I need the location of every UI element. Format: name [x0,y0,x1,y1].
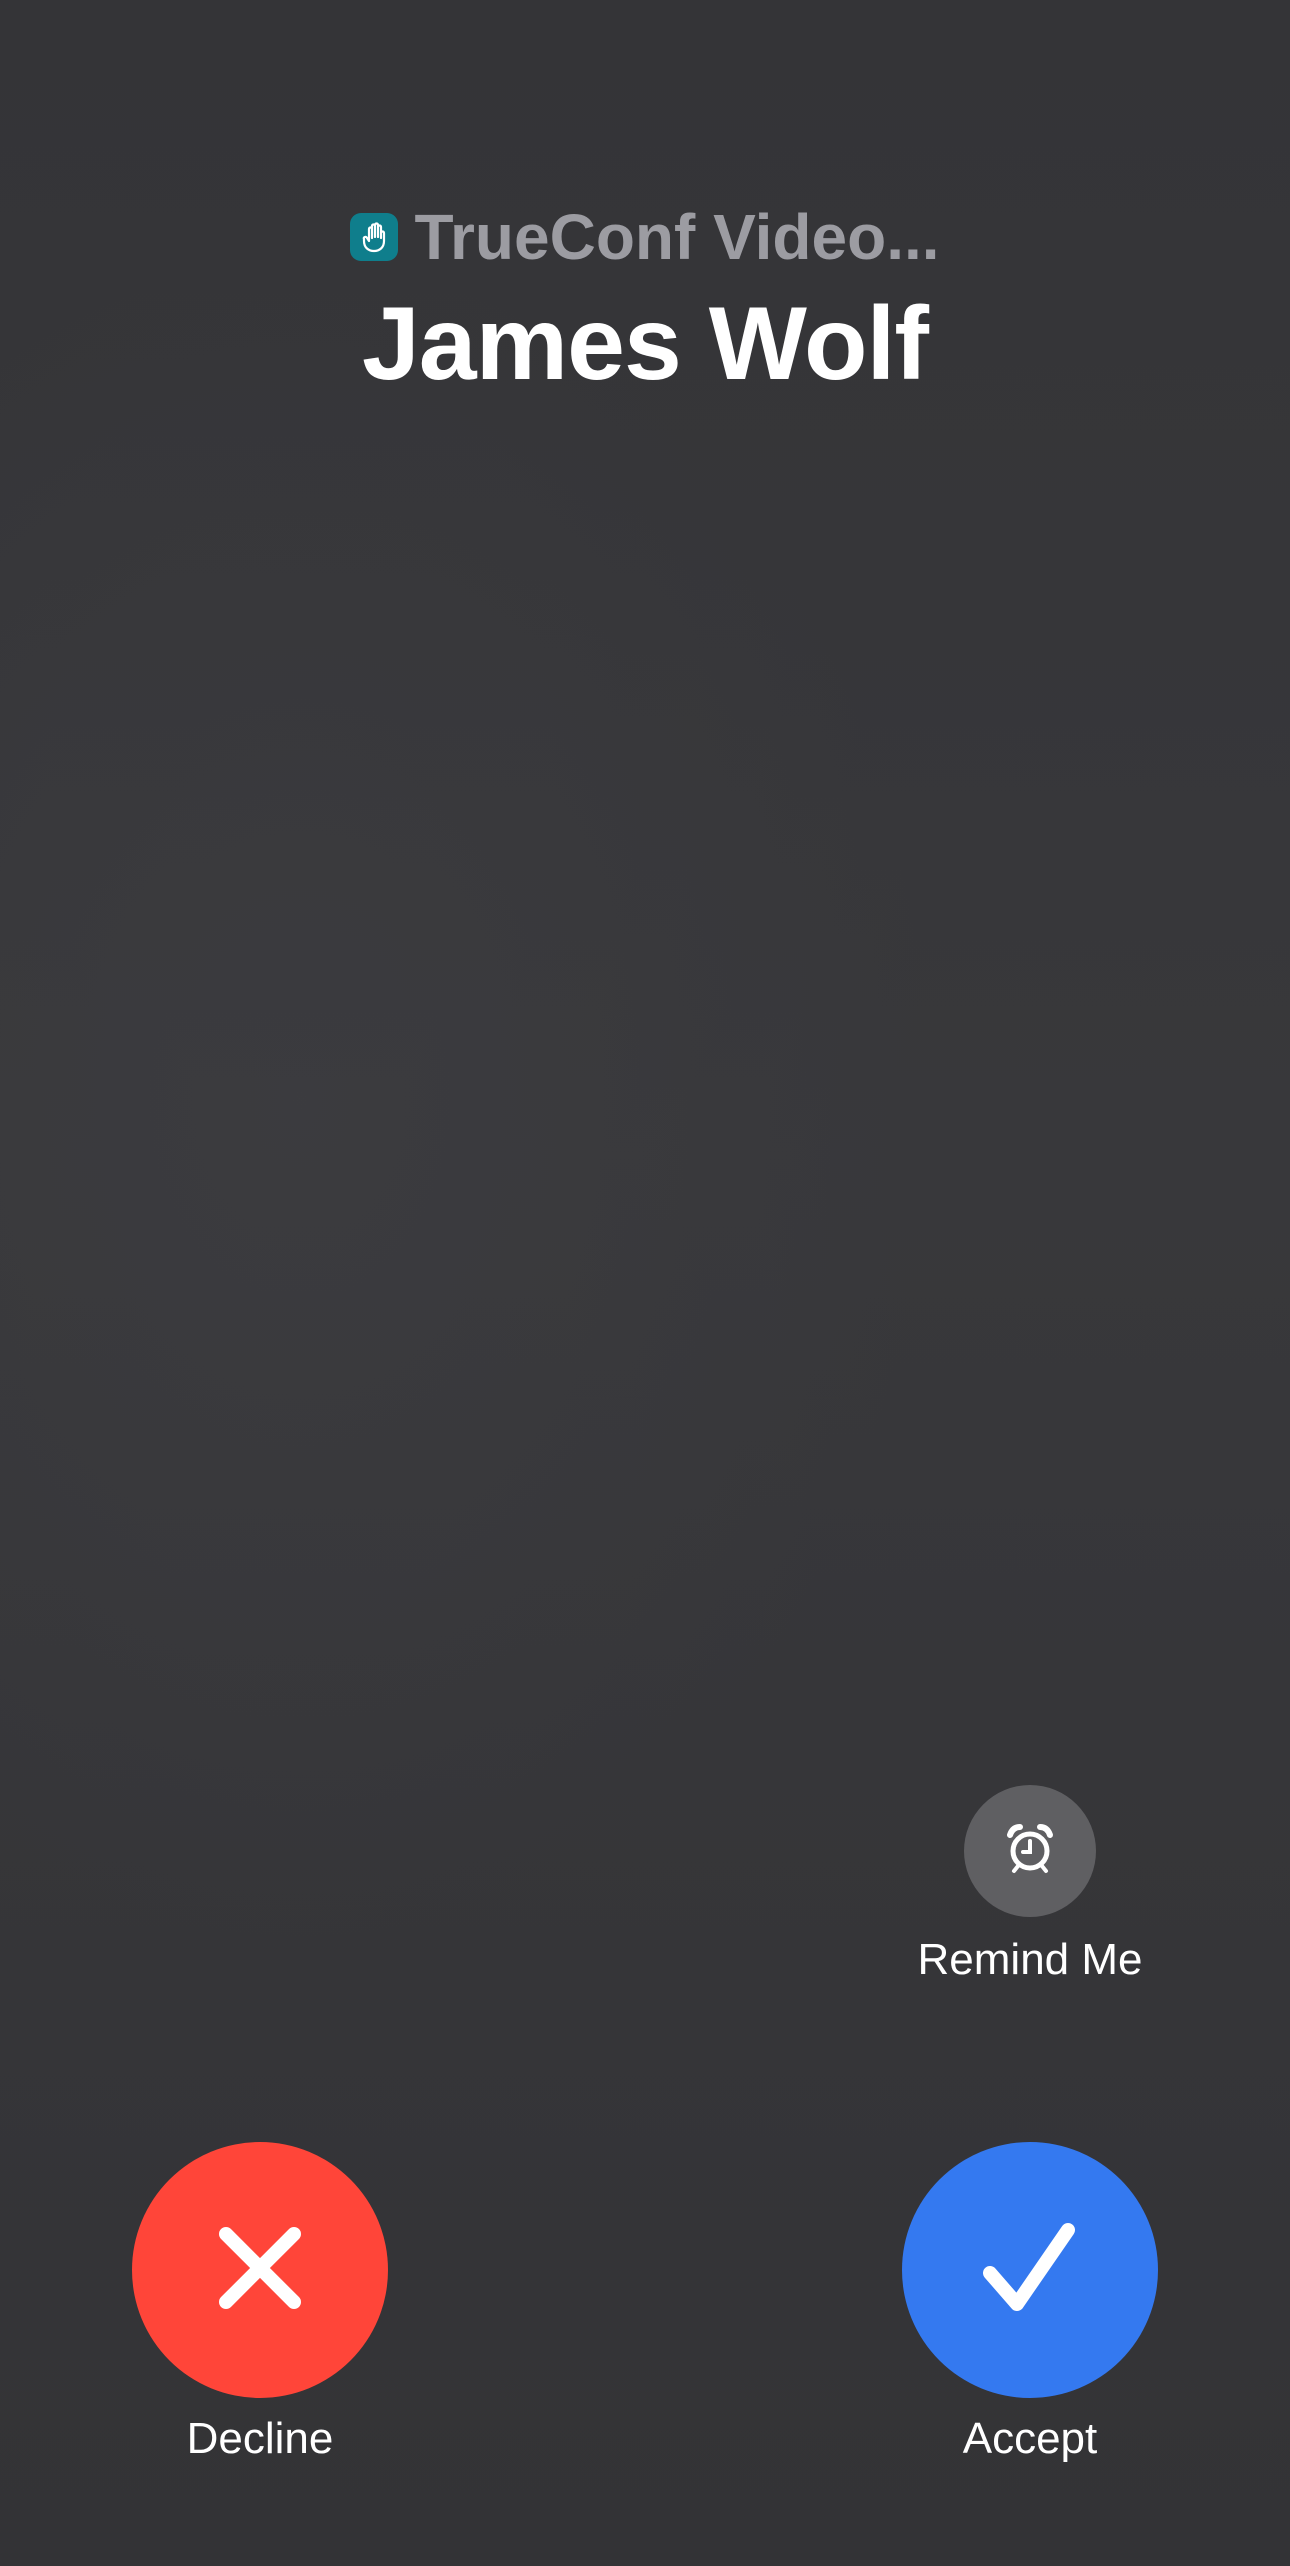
trueconf-app-icon [350,213,399,261]
caller-name: James Wolf [361,286,929,402]
checkmark-icon [980,2218,1080,2323]
alarm-clock-icon [1002,1821,1058,1882]
accept-control[interactable]: Accept [880,2142,1180,2464]
accept-label: Accept [962,2414,1098,2463]
decline-button[interactable] [132,2142,388,2398]
app-header: TrueConf Video... [0,200,1290,274]
remind-me-button[interactable] [964,1785,1096,1917]
accept-button[interactable] [902,2142,1158,2398]
app-name: TrueConf Video... [414,201,940,273]
remind-me-control[interactable]: Remind Me [880,1785,1180,1985]
remind-me-label: Remind Me [917,1935,1143,1984]
decline-control[interactable]: Decline [110,2142,410,2464]
decline-label: Decline [186,2414,334,2463]
close-icon [212,2220,308,2321]
